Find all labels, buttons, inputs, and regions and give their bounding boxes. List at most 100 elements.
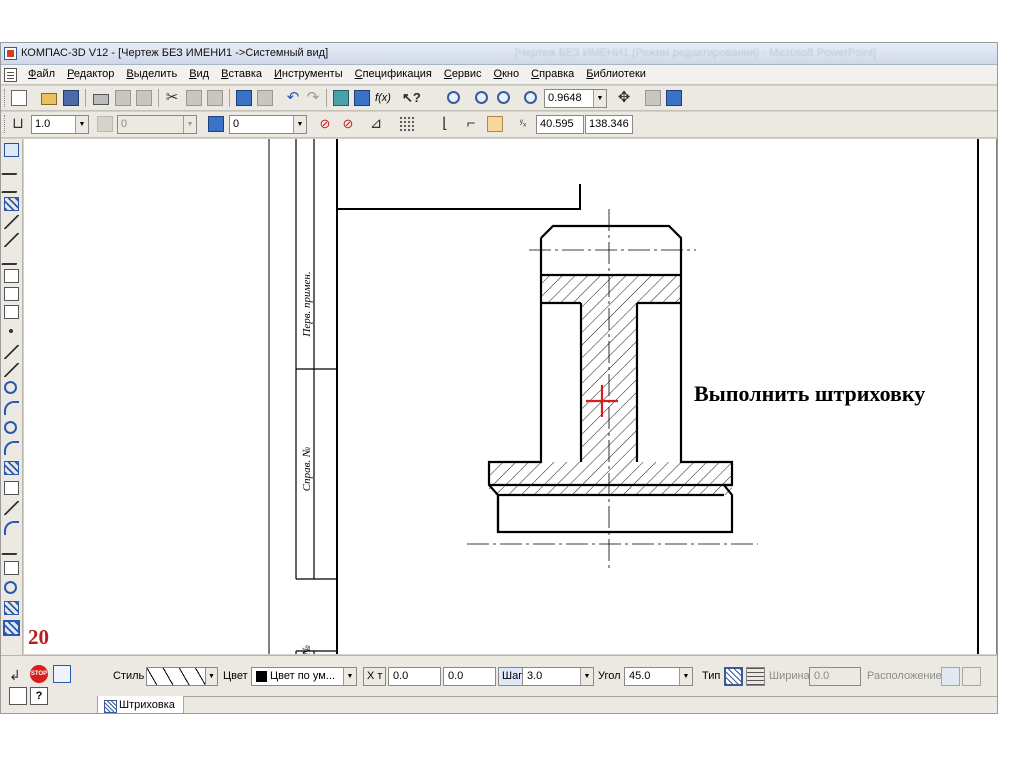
line-scale-field[interactable]: 1.0 ▼ <box>31 115 89 134</box>
reports-panel-icon[interactable] <box>4 305 19 319</box>
create-object-icon[interactable]: ↲ <box>9 666 27 684</box>
chevron-down-icon[interactable]: ▼ <box>679 668 692 685</box>
help-cursor-icon[interactable]: ↖? <box>402 90 421 106</box>
local-cs-icon[interactable]: ⌊ <box>437 116 453 132</box>
drawing-canvas[interactable]: Перв. примен. Справ. № Инв. № <box>24 139 997 654</box>
step-field[interactable]: 3.0 ▼ <box>522 667 594 686</box>
menu-service[interactable]: Сервис <box>438 68 488 80</box>
parametrization-panel-icon[interactable] <box>4 215 19 229</box>
chevron-down-icon[interactable]: ▼ <box>183 116 196 133</box>
chevron-down-icon[interactable]: ▼ <box>580 668 593 685</box>
chamfer-tool-icon[interactable] <box>1 541 22 555</box>
page-setup-icon[interactable] <box>136 90 152 106</box>
polyline-tool-icon[interactable] <box>4 481 19 495</box>
pin-icon[interactable] <box>53 665 71 683</box>
refresh-icon[interactable] <box>666 90 682 106</box>
fill-tool-icon[interactable] <box>3 620 20 636</box>
specification-panel-icon[interactable] <box>4 287 19 301</box>
associative-views-icon[interactable] <box>4 269 19 283</box>
chevron-down-icon[interactable]: ▼ <box>593 90 606 107</box>
redo-icon[interactable]: ↷ <box>305 90 321 106</box>
rectangle-tool-icon[interactable] <box>4 561 19 575</box>
show-all-icon[interactable] <box>645 90 661 106</box>
coord-x-field[interactable]: 40.595 <box>536 115 584 134</box>
auto-create-icon[interactable] <box>9 687 27 705</box>
layer-icon[interactable] <box>208 116 224 132</box>
new-document-icon[interactable] <box>11 90 27 106</box>
copy-icon[interactable] <box>186 90 202 106</box>
zoom-window-icon[interactable] <box>447 91 460 104</box>
y-point-field[interactable]: 0.0 <box>443 667 496 686</box>
chevron-down-icon[interactable]: ▼ <box>205 667 218 686</box>
help-icon[interactable]: ? <box>30 687 48 705</box>
color-field[interactable]: Цвет по ум... ▼ <box>251 667 357 686</box>
width-field[interactable]: 0.0 <box>809 667 861 686</box>
menu-insert[interactable]: Вставка <box>215 68 268 80</box>
library-manager-icon[interactable] <box>354 90 370 106</box>
placement-icon[interactable] <box>941 667 960 686</box>
manager-icon[interactable] <box>333 90 349 106</box>
fill-type-icon[interactable] <box>746 667 765 686</box>
open-folder-icon[interactable] <box>41 93 57 105</box>
style-field[interactable] <box>146 667 206 686</box>
menu-editor[interactable]: Редактор <box>61 68 120 80</box>
snap-magnet-icon[interactable]: ⊘ <box>317 116 333 132</box>
snap-local-icon[interactable]: ⊘ <box>340 116 356 132</box>
stop-command-icon[interactable]: STOP <box>30 665 48 683</box>
dimensions-panel-icon[interactable] <box>1 161 22 175</box>
pan-icon[interactable]: ✥ <box>616 90 632 106</box>
coord-y-field[interactable]: 138.346 <box>585 115 633 134</box>
undo-icon[interactable]: ↶ <box>285 90 301 106</box>
chevron-down-icon[interactable]: ▼ <box>75 116 88 133</box>
menu-specification[interactable]: Спецификация <box>349 68 438 80</box>
orthogonal-icon[interactable]: ⊿ <box>368 116 384 132</box>
parametric-mode-icon[interactable] <box>487 116 503 132</box>
properties-icon[interactable] <box>236 90 252 106</box>
menu-file[interactable]: Файл <box>22 68 61 80</box>
editing-panel-icon[interactable] <box>4 197 19 211</box>
notation-panel-icon[interactable] <box>1 179 22 193</box>
fillet-tool-icon[interactable] <box>4 521 19 535</box>
collect-contour-icon[interactable] <box>4 461 19 475</box>
menu-help[interactable]: Справка <box>525 68 580 80</box>
scale-icon[interactable]: ⊔ <box>10 116 26 132</box>
measure-panel-icon[interactable] <box>4 233 19 247</box>
hatch-type-icon[interactable] <box>724 667 743 686</box>
x-point-label[interactable]: X т <box>363 667 387 686</box>
fx-icon[interactable]: f(x) <box>375 90 391 106</box>
zoom-scale-icon[interactable] <box>524 91 537 104</box>
variables-icon[interactable] <box>257 90 273 106</box>
zoom-out-icon[interactable] <box>497 91 510 104</box>
geometry-panel-icon[interactable] <box>4 143 19 157</box>
print-preview-icon[interactable] <box>115 90 131 106</box>
toolbar-grip[interactable] <box>4 115 7 133</box>
paste-icon[interactable] <box>207 90 223 106</box>
layer-step-icon[interactable] <box>97 116 113 132</box>
save-icon[interactable] <box>63 90 79 106</box>
auxiliary-line-icon[interactable] <box>4 345 19 359</box>
menu-select[interactable]: Выделить <box>120 68 183 80</box>
toolbar-grip[interactable] <box>4 89 7 107</box>
layer-step-field[interactable]: 0 ▼ <box>117 115 197 134</box>
zoom-in-icon[interactable] <box>475 91 488 104</box>
print-icon[interactable] <box>93 94 109 105</box>
segment-tool-icon[interactable] <box>4 363 19 377</box>
cut-icon[interactable]: ✂ <box>164 90 180 106</box>
circle-tool-icon[interactable] <box>4 381 17 394</box>
view-number-field[interactable]: 0 ▼ <box>229 115 307 134</box>
bezier-tool-icon[interactable] <box>4 501 19 515</box>
menu-libraries[interactable]: Библиотеки <box>580 68 652 80</box>
placement-alt-icon[interactable] <box>962 667 981 686</box>
menu-window[interactable]: Окно <box>488 68 526 80</box>
polygon-tool-icon[interactable] <box>4 581 17 594</box>
x-point-field[interactable]: 0.0 <box>388 667 441 686</box>
zoom-field[interactable]: 0.9648 ▼ <box>544 89 607 108</box>
select-panel-icon[interactable] <box>1 251 22 265</box>
ortho-mode-icon[interactable]: ⌐ <box>463 116 479 132</box>
arc-tool-icon[interactable] <box>4 401 19 415</box>
point-tool-icon[interactable] <box>9 329 13 333</box>
chevron-down-icon[interactable]: ▼ <box>293 116 306 133</box>
hatch-tool-icon[interactable] <box>4 601 19 615</box>
spline-tool-icon[interactable] <box>4 441 19 455</box>
document-icon[interactable] <box>4 68 17 82</box>
